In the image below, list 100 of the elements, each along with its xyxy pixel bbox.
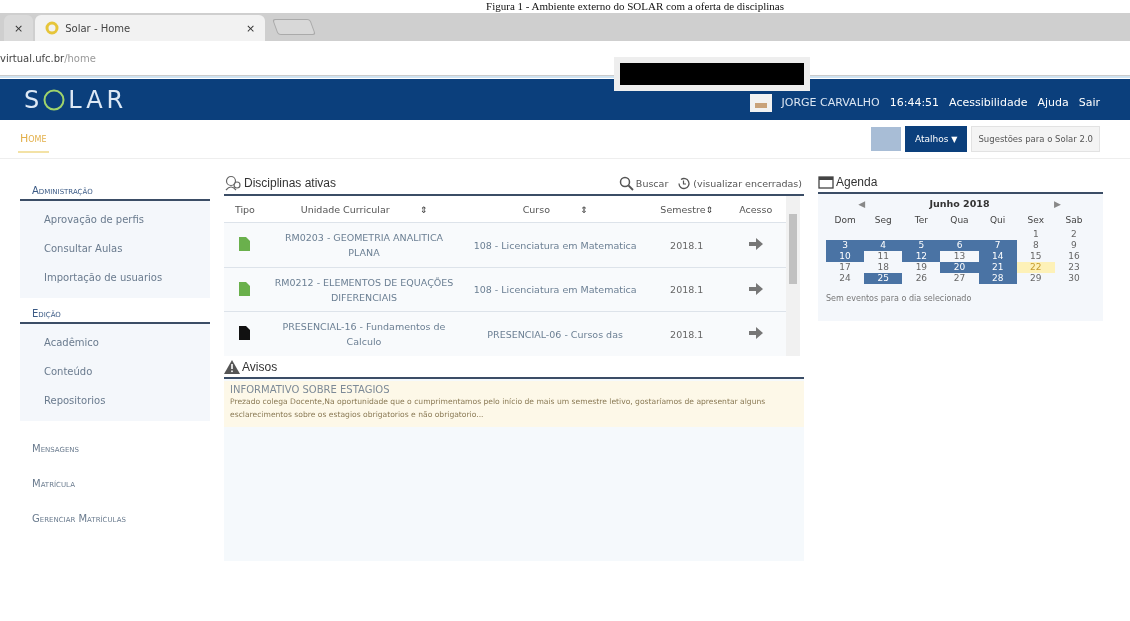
table-cell: 2018.1: [648, 222, 726, 268]
sort-icon[interactable]: ⇕: [419, 204, 428, 215]
close-icon[interactable]: ×: [246, 21, 256, 35]
weekday-label: Qua: [949, 214, 970, 227]
calendar-day[interactable]: 11: [864, 251, 903, 262]
weekday-label: Ter: [913, 214, 929, 227]
address-bar[interactable]: virtual.ufc.br/home: [0, 41, 1130, 76]
warning-icon: [224, 360, 240, 374]
arrow-right-icon: [748, 282, 763, 295]
calendar-day[interactable]: 19: [902, 262, 941, 273]
calendar-day[interactable]: 26: [902, 273, 941, 284]
calendar-day[interactable]: 10: [826, 251, 865, 262]
logo-ring-icon: [43, 88, 66, 111]
table-cell: 108 - Licenciatura em Matematica: [462, 267, 649, 312]
sidebar-item[interactable]: Conteúdo: [44, 357, 210, 386]
calendar-day[interactable]: 25: [864, 273, 903, 284]
shortcuts-button[interactable]: Atalhos ▼: [905, 126, 968, 152]
closed-courses-link[interactable]: (visualizar encerradas): [676, 175, 802, 191]
month-title: Junho 2018: [929, 198, 990, 209]
new-tab-button[interactable]: [272, 19, 317, 35]
weekday-label: Seg: [873, 214, 893, 227]
calendar-icon: [818, 175, 834, 189]
sidebar-item[interactable]: Mensagens: [20, 431, 210, 466]
search-link[interactable]: Buscar: [618, 175, 669, 191]
toggle-button[interactable]: [871, 127, 901, 151]
sort-icon[interactable]: ⇕: [705, 204, 714, 215]
table-cell: 108 - Licenciatura em Matematica: [462, 222, 649, 268]
header-link[interactable]: Acessibilidade: [949, 96, 1028, 109]
column-header: Tipo: [224, 196, 266, 223]
header-link[interactable]: Sair: [1078, 96, 1100, 109]
table-cell: PRESENCIAL-06 - Cursos das: [462, 311, 649, 356]
column-header[interactable]: Semestre⇕: [648, 196, 726, 223]
calendar-day[interactable]: 16: [1054, 251, 1093, 262]
arrow-right-icon: [748, 327, 763, 340]
sidebar-item[interactable]: Acadêmico: [44, 328, 210, 357]
column-header[interactable]: Curso ⇕: [462, 196, 649, 223]
column-header[interactable]: Unidade Curricular ⇕: [265, 196, 463, 223]
scroll-thumb[interactable]: [789, 214, 797, 284]
people-icon: [224, 175, 242, 191]
sidebar-item[interactable]: Importação de usuarios: [44, 263, 210, 292]
arrow-right-icon: [748, 238, 763, 251]
table-cell: 2018.1: [648, 311, 726, 356]
calendar-day[interactable]: 12: [902, 251, 941, 262]
url-host: virtual.ufc.br: [0, 52, 65, 64]
calendar-day[interactable]: 17: [826, 262, 865, 273]
table-cell: RM0203 - GEOMETRIA ANALITICA PLANA: [265, 222, 463, 268]
calendar-day[interactable]: 5: [902, 240, 941, 251]
table-cell: RM0212 - ELEMENTOS DE EQUAÇÕES DIFERENCIAIS: [265, 267, 463, 312]
previous-month-button[interactable]: ◀: [858, 198, 866, 209]
calendar-day[interactable]: 27: [940, 273, 979, 284]
calendar-day[interactable]: 13: [940, 251, 979, 262]
sidebar-item[interactable]: Aprovação de perfis: [44, 205, 210, 234]
close-icon[interactable]: ×: [14, 21, 24, 35]
sidebar-item[interactable]: Gerenciar Matrículas: [20, 501, 210, 536]
calendar-day[interactable]: 18: [864, 262, 903, 273]
calendar-day[interactable]: 21: [978, 262, 1017, 273]
calendar-day[interactable]: 29: [1016, 273, 1055, 284]
user-name: JORGE CARVALHO: [781, 96, 880, 109]
calendar-day[interactable]: 6: [940, 240, 979, 251]
calendar-day[interactable]: 9: [1054, 240, 1093, 251]
table-cell: 2018.1: [648, 267, 726, 312]
clock-time: 16:44:51: [889, 96, 940, 109]
suggestions-button[interactable]: Sugestões para o Solar 2.0: [971, 126, 1100, 152]
history-icon: [676, 175, 692, 191]
weekday-label: Sab: [1064, 214, 1084, 227]
calendar-day[interactable]: 7: [978, 240, 1017, 251]
empty-events-text: Sem eventos para o dia selecionado: [826, 294, 973, 303]
caret-icon: ▼: [951, 135, 958, 144]
notice-title: INFORMATIVO SOBRE ESTAGIOS: [230, 384, 391, 395]
figure-caption: Figura 1 - Ambiente externo do SOLAR com a oferta de disciplinas: [485, 0, 785, 13]
calendar-day[interactable]: 8: [1016, 240, 1055, 251]
calendar-day[interactable]: 14: [978, 251, 1017, 262]
calendar-day[interactable]: 15: [1016, 251, 1055, 262]
sort-icon[interactable]: ⇕: [580, 204, 588, 215]
weekday-label: Dom: [833, 214, 857, 227]
table-cell: PRESENCIAL-16 - Fundamentos de Calculo: [265, 311, 463, 356]
solar-logo: S LAR: [24, 85, 128, 114]
header-link[interactable]: Ajuda: [1037, 96, 1069, 109]
calendar-day[interactable]: 28: [978, 273, 1017, 284]
browser-tab[interactable]: Solar - Home ×: [35, 15, 266, 41]
next-month-button[interactable]: ▶: [1053, 198, 1061, 209]
calendar-day[interactable]: 24: [826, 273, 865, 284]
weekday-label: Sex: [1026, 214, 1045, 227]
calendar-day[interactable]: 4: [864, 240, 903, 251]
panel-title: Agenda: [836, 175, 878, 189]
user-avatar-icon: [749, 93, 772, 112]
sidebar-item[interactable]: Matrícula: [20, 466, 210, 501]
calendar-day[interactable]: 23: [1054, 262, 1093, 273]
calendar-day[interactable]: 3: [826, 240, 865, 251]
panel-title: Avisos: [242, 360, 278, 374]
scrollbar[interactable]: [786, 196, 800, 356]
calendar-day[interactable]: 20: [940, 262, 979, 273]
sidebar-item[interactable]: Consultar Aulas: [44, 234, 210, 263]
sidebar-item[interactable]: Repositorios: [44, 386, 210, 415]
calendar-day[interactable]: 2: [1054, 229, 1093, 240]
tab-title: Solar - Home: [65, 22, 132, 34]
calendar-day[interactable]: 30: [1054, 273, 1093, 284]
browser-tab[interactable]: ×: [4, 15, 34, 41]
column-header: Acesso: [725, 196, 786, 223]
calendar-day[interactable]: 1: [1016, 229, 1055, 240]
